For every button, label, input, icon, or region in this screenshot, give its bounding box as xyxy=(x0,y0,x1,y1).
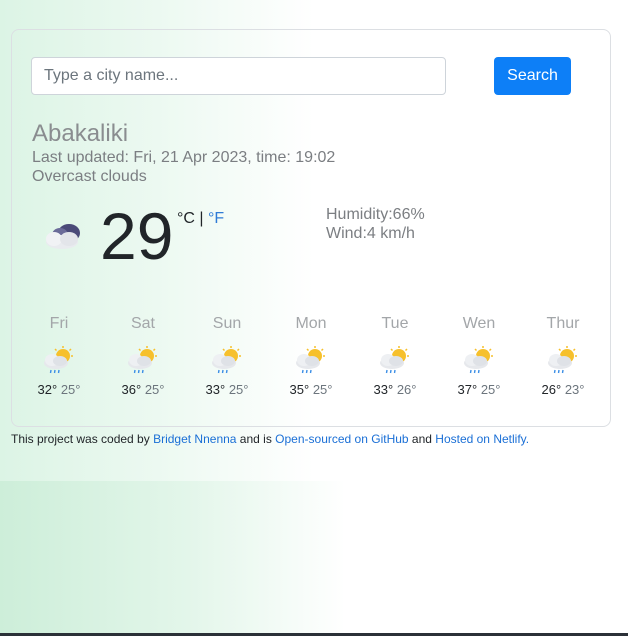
forecast-min: 26° xyxy=(396,382,417,397)
forecast-day: Mon 35° 25° xyxy=(269,315,353,397)
footer-prefix: This project was coded by xyxy=(11,432,154,446)
github-link[interactable]: Open-sourced on GitHub xyxy=(275,432,408,446)
city-search-input[interactable] xyxy=(31,57,446,95)
sun-rain-cloud-icon xyxy=(548,346,577,374)
humidity: Humidity:66% xyxy=(326,206,425,223)
forecast-temps: 37° 25° xyxy=(437,382,521,397)
fahrenheit-link[interactable]: °F xyxy=(208,210,224,227)
forecast-max: 33° xyxy=(373,382,394,397)
forecast-day-name: Sun xyxy=(212,315,242,332)
sun-rain-cloud-icon xyxy=(44,346,73,374)
forecast-row: Fri 32° 25° Sat 36° 25° Sun 33° 25° Mon … xyxy=(12,315,612,410)
forecast-min: 25° xyxy=(480,382,501,397)
forecast-min: 25° xyxy=(60,382,81,397)
temperature-units: °C | °F xyxy=(177,210,224,228)
sun-rain-cloud-icon xyxy=(380,346,409,374)
forecast-day-name: Thur xyxy=(546,315,580,332)
forecast-max: 33° xyxy=(205,382,226,397)
forecast-day-name: Wen xyxy=(462,315,496,332)
wind: Wind:4 km/h xyxy=(326,225,415,242)
footer-middle: and is xyxy=(236,432,276,446)
footer-and: and xyxy=(408,432,436,446)
current-temperature: 29 xyxy=(100,199,174,273)
forecast-max: 26° xyxy=(541,382,562,397)
current-meta: Last updated: Fri, 21 Apr 2023, time: 19… xyxy=(32,148,335,186)
author-link[interactable]: Bridget Nnenna xyxy=(153,432,236,446)
page-footer: This project was coded by Bridget Nnenna… xyxy=(11,432,529,446)
forecast-day: Tue 33° 26° xyxy=(353,315,437,397)
forecast-day-name: Tue xyxy=(381,315,409,332)
forecast-max: 32° xyxy=(37,382,58,397)
forecast-day: Wen 37° 25° xyxy=(437,315,521,397)
search-button[interactable]: Search xyxy=(494,57,571,95)
forecast-max: 37° xyxy=(457,382,478,397)
sun-rain-cloud-icon xyxy=(212,346,241,374)
sun-rain-cloud-icon xyxy=(296,346,325,374)
page-background-bottom xyxy=(0,481,628,636)
forecast-day: Sun 33° 25° xyxy=(185,315,269,397)
forecast-temps: 36° 25° xyxy=(101,382,185,397)
forecast-max: 36° xyxy=(121,382,142,397)
netlify-link[interactable]: Hosted on Netlify. xyxy=(435,432,529,446)
forecast-temps: 33° 26° xyxy=(353,382,437,397)
forecast-min: 25° xyxy=(144,382,165,397)
forecast-day: Sat 36° 25° xyxy=(101,315,185,397)
forecast-max: 35° xyxy=(289,382,310,397)
weather-card: Search Abakaliki Last updated: Fri, 21 A… xyxy=(11,29,611,427)
forecast-temps: 35° 25° xyxy=(269,382,353,397)
city-name: Abakaliki xyxy=(32,120,129,147)
forecast-day: Fri 32° 25° xyxy=(17,315,101,397)
weather-details: Humidity:66% Wind:4 km/h xyxy=(326,205,425,243)
forecast-day-name: Mon xyxy=(295,315,327,332)
forecast-min: 25° xyxy=(228,382,249,397)
overcast-clouds-icon xyxy=(46,224,80,249)
forecast-temps: 26° 23° xyxy=(521,382,605,397)
forecast-temps: 32° 25° xyxy=(17,382,101,397)
sun-rain-cloud-icon xyxy=(464,346,493,374)
celsius-label[interactable]: °C xyxy=(177,210,195,227)
forecast-day-name: Fri xyxy=(49,315,69,332)
weather-description: Overcast clouds xyxy=(32,168,147,185)
forecast-min: 25° xyxy=(312,382,333,397)
sun-rain-cloud-icon xyxy=(128,346,157,374)
forecast-day: Thur 26° 23° xyxy=(521,315,605,397)
last-updated: Last updated: Fri, 21 Apr 2023, time: 19… xyxy=(32,149,336,166)
forecast-temps: 33° 25° xyxy=(185,382,269,397)
unit-separator: | xyxy=(194,210,208,227)
forecast-day-name: Sat xyxy=(130,315,155,332)
forecast-min: 23° xyxy=(564,382,585,397)
